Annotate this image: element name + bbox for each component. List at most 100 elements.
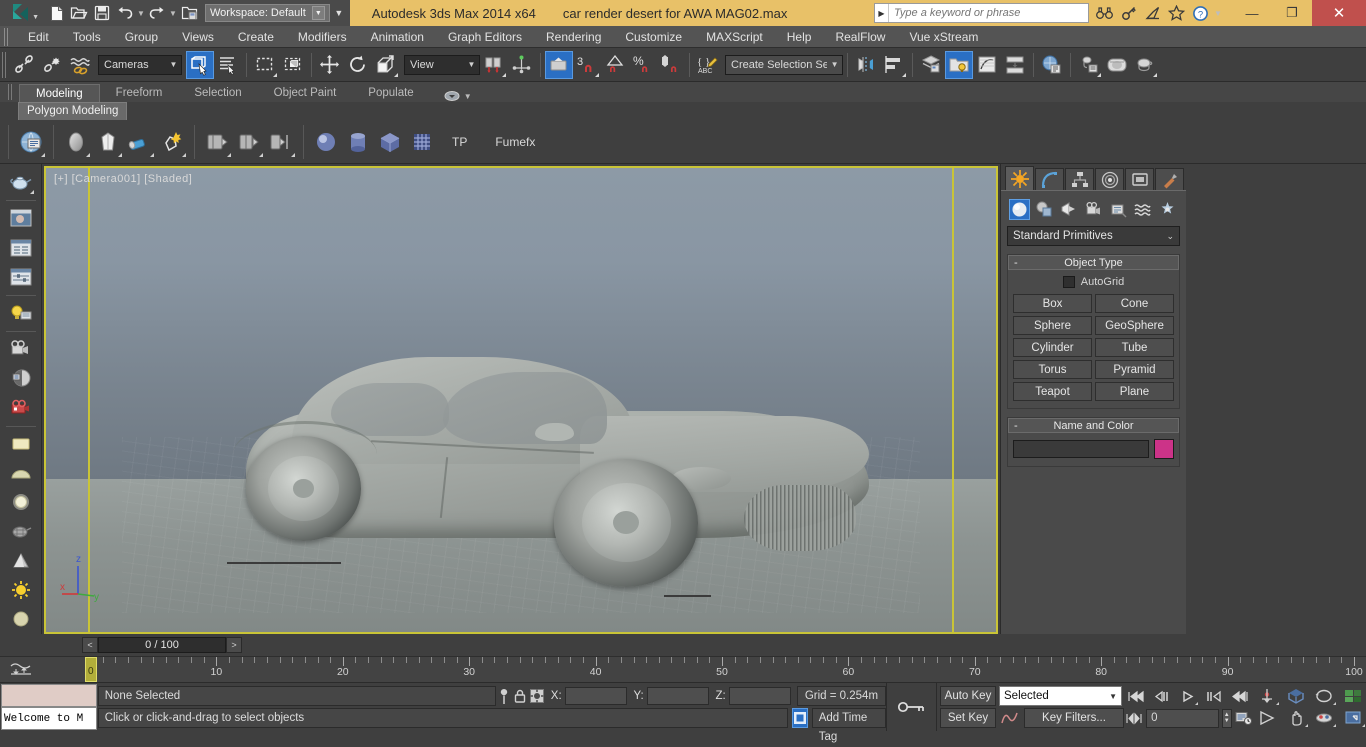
menu-item-realflow[interactable]: RealFlow — [823, 26, 897, 48]
create-geosphere-button[interactable]: GeoSphere — [1095, 316, 1174, 335]
restore-button[interactable]: ❐ — [1272, 0, 1312, 26]
selection-lock-pin-icon[interactable] — [496, 686, 512, 706]
motion-tab[interactable] — [1095, 168, 1124, 190]
named-selection-sets-combo[interactable]: Create Selection Se ▼ — [725, 54, 843, 75]
scene-explorer-icon[interactable] — [15, 125, 47, 159]
create-torus-button[interactable]: Torus — [1013, 360, 1092, 379]
autogrid-checkbox[interactable] — [1062, 276, 1075, 288]
hierarchy-tab[interactable] — [1065, 168, 1094, 190]
close-button[interactable]: ✕ — [1312, 0, 1366, 26]
menu-item-views[interactable]: Views — [170, 26, 226, 48]
menu-item-create[interactable]: Create — [226, 26, 286, 48]
current-frame-input[interactable]: 0 — [1146, 708, 1219, 728]
menu-item-vue-xstream[interactable]: Vue xStream — [897, 26, 990, 48]
chevron-down-icon[interactable]: ▼ — [827, 60, 842, 69]
z-input[interactable] — [728, 687, 791, 705]
tab-modeling[interactable]: Modeling — [19, 84, 100, 102]
next-frame-icon[interactable] — [1202, 686, 1225, 706]
absolute-relative-transform-icon[interactable] — [528, 686, 544, 706]
menu-item-modifiers[interactable]: Modifiers — [286, 26, 359, 48]
y-input[interactable] — [646, 687, 709, 705]
menu-item-help[interactable]: Help — [775, 26, 824, 48]
field-of-view-icon[interactable] — [1254, 708, 1280, 728]
cone-primitive-icon[interactable] — [6, 546, 36, 574]
orbit-camera-icon[interactable] — [1312, 708, 1338, 728]
menu-item-maxscript[interactable]: MAXScript — [694, 26, 775, 48]
grid-primitive-icon[interactable] — [406, 125, 438, 159]
undo-icon[interactable] — [114, 2, 136, 24]
timeline-ruler[interactable]: 10 20 30 40 50 60 70 80 90 100 0 — [42, 657, 1366, 682]
select-and-rotate-icon[interactable] — [344, 51, 372, 79]
menu-gripper[interactable] — [4, 27, 10, 46]
maximize-viewport-icon[interactable] — [1340, 686, 1366, 706]
plane-primitive-icon[interactable] — [6, 430, 36, 458]
auto-key-button[interactable]: Auto Key — [940, 686, 996, 706]
ribbon-options-caret-icon[interactable]: ▼ — [464, 92, 472, 101]
parameter-editor-icon[interactable] — [6, 263, 36, 291]
material-editor-icon[interactable] — [1038, 51, 1066, 79]
chevron-down-icon[interactable]: ▼ — [464, 60, 479, 69]
search-binoculars-icon[interactable] — [1094, 3, 1115, 24]
plugin-label-tp[interactable]: TP — [438, 135, 481, 149]
geometry-category-icon[interactable] — [1009, 199, 1030, 220]
render-setup-icon[interactable] — [1075, 51, 1103, 79]
save-file-icon[interactable] — [91, 2, 113, 24]
time-slider-next-button[interactable]: > — [226, 637, 242, 653]
set-key-curve-icon[interactable] — [999, 708, 1021, 728]
rectangular-selection-region-icon[interactable] — [251, 51, 279, 79]
redo-dropdown-caret-icon[interactable]: ▼ — [169, 9, 177, 18]
camera-tool-icon[interactable] — [6, 335, 36, 363]
maxscript-input-pane[interactable] — [1, 684, 97, 707]
app-logo-button[interactable]: ▼ — [0, 0, 42, 26]
cylinder-primitive-icon[interactable] — [342, 125, 374, 159]
previous-frame-icon[interactable] — [1150, 686, 1173, 706]
orbit-icon[interactable] — [1312, 686, 1338, 706]
create-tab[interactable] — [1005, 166, 1034, 190]
rendered-frame-window-icon[interactable] — [1103, 51, 1131, 79]
border-subobject-icon[interactable] — [124, 125, 156, 159]
maxscript-output-pane[interactable]: Welcome to M — [1, 707, 97, 730]
create-box-button[interactable]: Box — [1013, 294, 1092, 313]
frame-spinner[interactable]: ▲ ▼ — [1221, 708, 1232, 728]
selection-filter-combo[interactable]: Cameras ▼ — [98, 54, 182, 75]
add-time-tag[interactable]: Add Time Tag — [811, 708, 887, 743]
open-mini-curve-editor-icon[interactable] — [0, 657, 42, 682]
reference-coordinate-system-combo[interactable]: View ▼ — [404, 54, 480, 75]
menu-item-tools[interactable]: Tools — [61, 26, 113, 48]
select-and-manipulate-icon[interactable] — [508, 51, 536, 79]
polygon-subobject-icon[interactable] — [156, 125, 188, 159]
menu-item-group[interactable]: Group — [113, 26, 170, 48]
stereo-camera-icon[interactable] — [6, 393, 36, 421]
align-icon[interactable] — [880, 51, 908, 79]
help-question-icon[interactable]: ? — [1190, 3, 1211, 24]
create-pyramid-button[interactable]: Pyramid — [1095, 360, 1174, 379]
cameras-category-icon[interactable] — [1083, 199, 1104, 220]
create-cylinder-button[interactable]: Cylinder — [1013, 338, 1092, 357]
plugin-label-fumefx[interactable]: Fumefx — [481, 135, 549, 149]
unlink-selection-icon[interactable] — [38, 51, 66, 79]
menu-item-graph-editors[interactable]: Graph Editors — [436, 26, 534, 48]
edge-subobject-icon[interactable] — [92, 125, 124, 159]
sphere-light-icon[interactable] — [6, 488, 36, 516]
timeline-playhead[interactable]: 0 — [85, 657, 97, 682]
name-and-color-rollout-header[interactable]: - Name and Color — [1008, 418, 1179, 433]
object-color-swatch[interactable] — [1154, 439, 1174, 459]
schematic-view-icon[interactable] — [1001, 51, 1029, 79]
toggle-scene-explorer-icon[interactable] — [945, 50, 973, 79]
zoom-icon[interactable] — [1254, 686, 1280, 706]
space-warps-category-icon[interactable] — [1132, 199, 1153, 220]
object-type-rollout-header[interactable]: - Object Type — [1008, 255, 1179, 270]
shapes-category-icon[interactable] — [1034, 199, 1055, 220]
selection-lock-toggle-icon[interactable] — [512, 686, 528, 706]
pan-view-icon[interactable] — [1283, 708, 1309, 728]
snaps-toggle-3-icon[interactable]: 3 — [573, 51, 601, 79]
go-to-start-icon[interactable] — [1124, 686, 1147, 706]
satellite-dish-icon[interactable] — [1142, 3, 1163, 24]
help-dropdown-caret-icon[interactable]: ▼ — [1214, 9, 1222, 18]
generate-topology-icon[interactable] — [233, 125, 265, 159]
tab-object-paint[interactable]: Object Paint — [258, 84, 353, 102]
key-mode-icon[interactable] — [886, 683, 937, 731]
time-configuration-icon[interactable] — [1235, 708, 1254, 728]
edit-named-selection-sets-icon[interactable]: { } ABC — [694, 51, 722, 79]
layer-explorer-icon[interactable] — [917, 51, 945, 79]
